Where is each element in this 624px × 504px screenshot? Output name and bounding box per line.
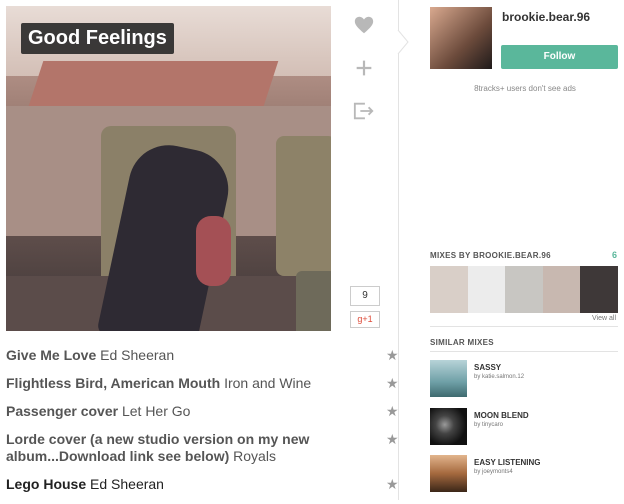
track-item[interactable]: Give Me Love Ed Sheeran ★ [6, 347, 406, 364]
avatar[interactable] [430, 7, 492, 69]
track-item[interactable]: Flightless Bird, American Mouth Iron and… [6, 375, 406, 392]
follow-button[interactable]: Follow [501, 45, 618, 69]
section-divider [430, 326, 618, 327]
ads-note: 8tracks+ users don't see ads [474, 84, 576, 93]
mix-thumb[interactable] [430, 360, 467, 397]
cover-jar [296, 271, 331, 331]
similar-mixes-heading: SIMILAR MIXES [430, 338, 494, 347]
track-item[interactable]: Lorde cover (a new studio version on my … [6, 431, 406, 465]
mixes-by-heading: MIXES BY BROOKIE.BEAR.96 [430, 251, 551, 260]
track-artist: Let Her Go [121, 403, 191, 419]
star-icon[interactable]: ★ [386, 375, 399, 392]
mix-thumb[interactable] [467, 266, 506, 313]
similar-mix-author[interactable]: by joeymonts4 [474, 469, 513, 475]
star-icon[interactable]: ★ [386, 403, 399, 420]
track-item[interactable]: Lego House Ed Sheeran ★ [6, 476, 406, 493]
similar-mix-author[interactable]: by tinycaro [474, 422, 503, 428]
export-icon[interactable] [350, 100, 378, 128]
mix-thumb[interactable] [430, 266, 468, 313]
similar-mix-title[interactable]: SASSY [474, 363, 501, 372]
track-title: Flightless Bird, American Mouth [6, 375, 221, 391]
mix-thumb[interactable] [542, 266, 581, 313]
star-icon[interactable]: ★ [386, 431, 399, 448]
track-item[interactable]: Passenger cover Let Her Go ★ [6, 403, 406, 420]
heart-icon[interactable] [350, 14, 378, 42]
mix-cover[interactable]: Good Feelings [6, 6, 331, 331]
track-title: Give Me Love [6, 347, 97, 363]
cover-sock [196, 216, 231, 286]
track-artist: Ed Sheeran [100, 347, 175, 363]
like-count: 9 [350, 286, 380, 306]
similar-mix-title[interactable]: EASY LISTENING [474, 458, 541, 467]
star-icon[interactable]: ★ [386, 476, 399, 493]
divider-notch [397, 30, 409, 54]
mix-thumb[interactable] [580, 266, 618, 313]
mix-actions [350, 14, 380, 143]
track-title: Passenger cover [6, 403, 119, 419]
plus-icon[interactable] [350, 57, 378, 85]
track-artist: Iron and Wine [224, 375, 312, 391]
mix-thumb[interactable] [430, 455, 467, 492]
track-list: Give Me Love Ed Sheeran ★ Flightless Bir… [6, 347, 406, 504]
mixes-by-strip[interactable] [430, 266, 618, 313]
similar-mix-author[interactable]: by katie.salmon.12 [474, 374, 524, 380]
mixes-count: 6 [612, 250, 618, 260]
mix-thumb[interactable] [430, 408, 467, 445]
mix-title: Good Feelings [21, 23, 174, 54]
cover-chair [276, 136, 331, 276]
view-all-link[interactable]: View all [592, 315, 616, 322]
section-divider [430, 351, 618, 352]
track-artist: Royals [233, 448, 276, 464]
similar-mix-item[interactable]: MOON BLEND by tinycaro [430, 408, 620, 448]
similar-mix-item[interactable]: SASSY by katie.salmon.12 [430, 360, 620, 400]
similar-mix-item[interactable]: EASY LISTENING by joeymonts4 [430, 455, 620, 495]
track-title: Lego House [6, 476, 87, 492]
google-plus-button[interactable]: g+1 [350, 311, 380, 328]
user-name[interactable]: brookie.bear.96 [502, 10, 590, 24]
mix-thumb[interactable] [505, 266, 543, 313]
star-icon[interactable]: ★ [386, 347, 399, 364]
track-artist: Ed Sheeran [90, 476, 164, 492]
similar-mix-title[interactable]: MOON BLEND [474, 411, 529, 420]
cover-roof [28, 61, 279, 106]
